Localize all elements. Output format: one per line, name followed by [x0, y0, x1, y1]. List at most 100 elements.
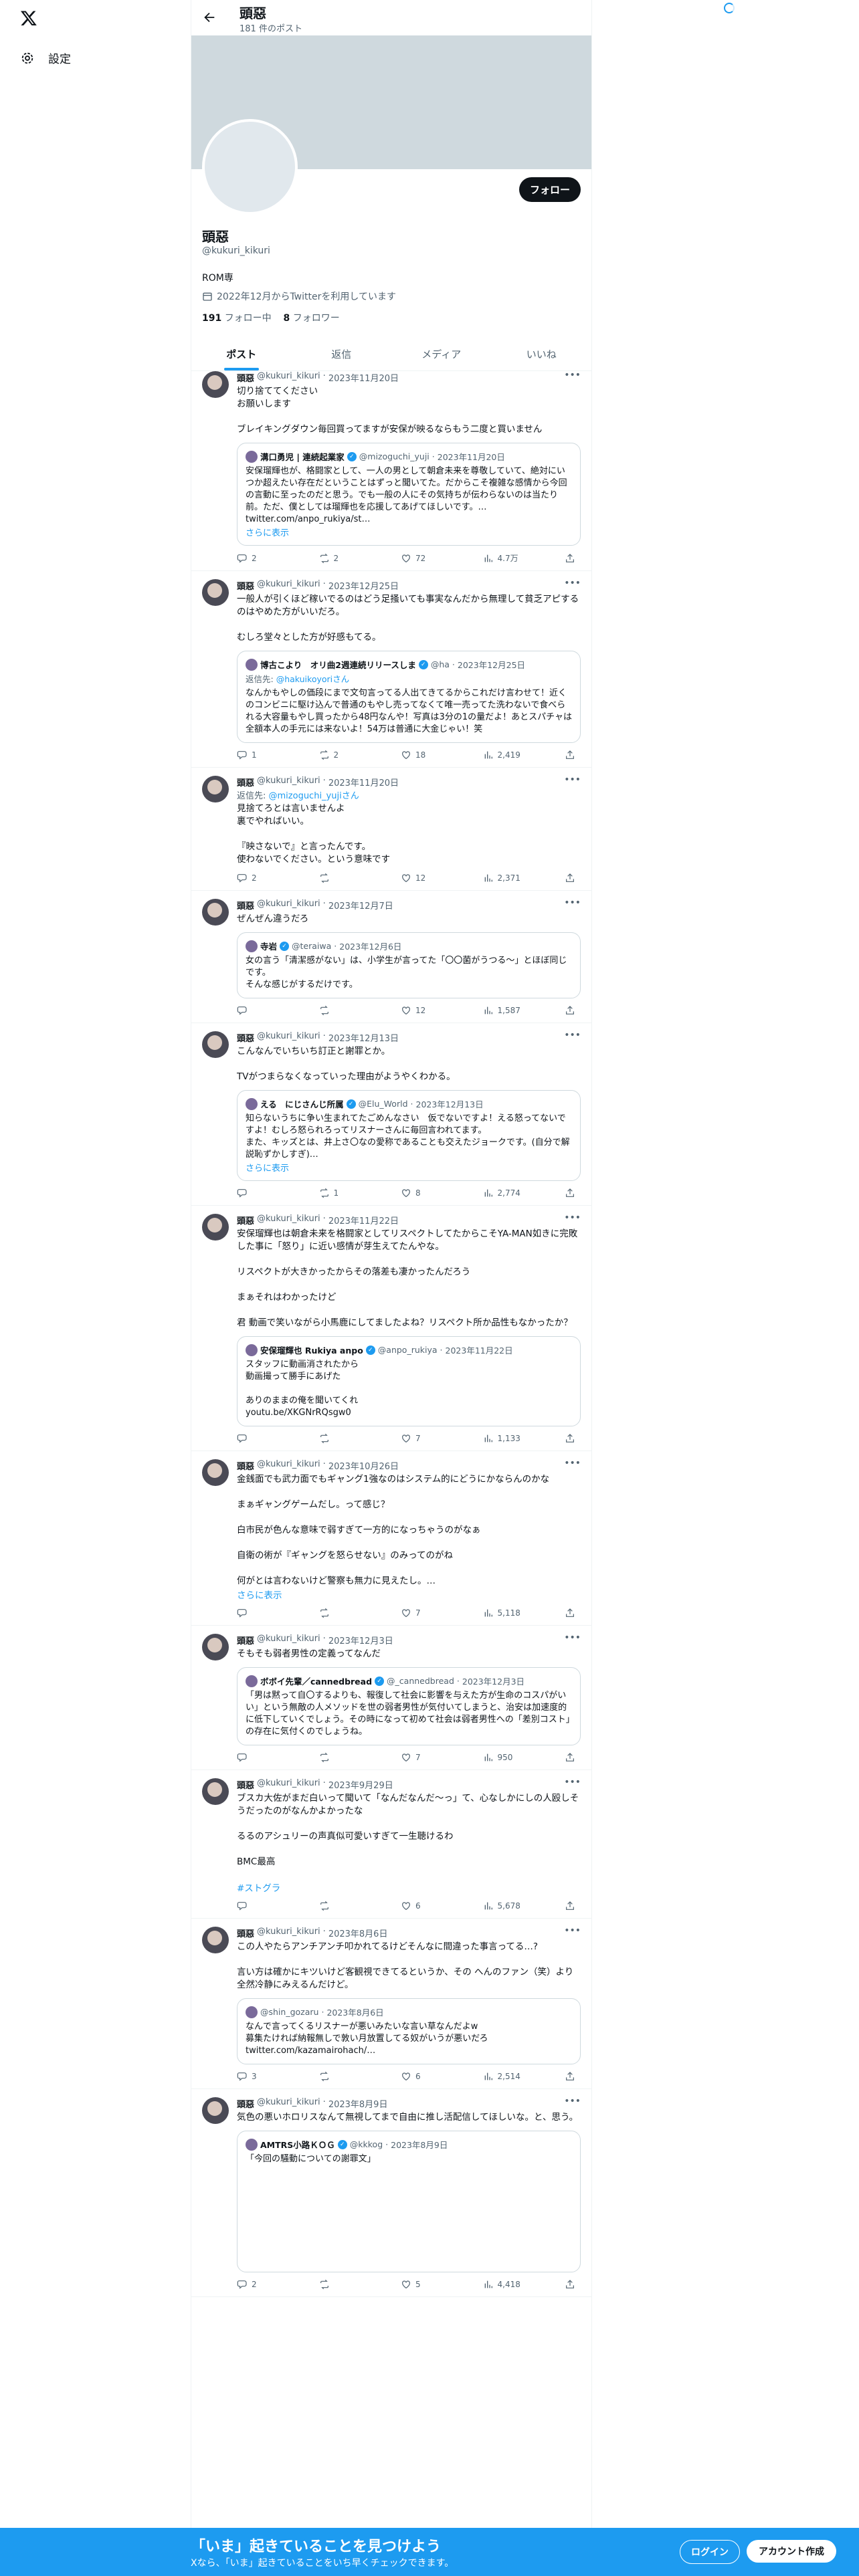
profile-avatar[interactable]	[202, 119, 298, 215]
repost-button[interactable]	[319, 1901, 359, 1911]
reply-button[interactable]	[237, 1005, 277, 1016]
share-button[interactable]	[565, 1005, 575, 1016]
quote-tweet[interactable]: 安保瑠輝也 Rukiya anpo ✓ @anpo_rukiya · 2023年11月2…	[237, 1336, 581, 1426]
tweet-author-handle[interactable]: @kukuri_kikuri	[257, 1214, 320, 1226]
share-button[interactable]	[565, 1752, 575, 1763]
repost-button[interactable]	[319, 1005, 359, 1016]
views-button[interactable]: 4,418	[483, 2279, 523, 2290]
tweet-author-name[interactable]: 頭惡	[237, 1031, 254, 1044]
tweet-avatar[interactable]	[202, 1459, 229, 1486]
repost-button[interactable]	[319, 1752, 359, 1763]
views-button[interactable]: 1,587	[483, 1005, 523, 1016]
share-button[interactable]	[565, 2279, 575, 2290]
tweet-avatar[interactable]	[202, 1214, 229, 1241]
nav-settings[interactable]: 設定	[20, 49, 71, 66]
quote-tweet[interactable]: 溝口勇児 | 連続起業家 ✓ @mizoguchi_yuji · 2023年11月20日…	[237, 443, 581, 546]
tweet-author-name[interactable]: 頭惡	[237, 1459, 254, 1472]
more-options-icon[interactable]: •••	[564, 1212, 581, 1223]
back-arrow-icon[interactable]	[202, 10, 217, 25]
like-button[interactable]: 18	[401, 750, 441, 760]
tweet-avatar[interactable]	[202, 579, 229, 606]
like-button[interactable]: 8	[401, 1188, 441, 1198]
quote-show-more-link[interactable]: さらに表示	[246, 526, 572, 538]
follow-button[interactable]: フォロー	[518, 177, 581, 202]
more-options-icon[interactable]: •••	[564, 2096, 581, 2107]
more-options-icon[interactable]: •••	[564, 774, 581, 785]
more-options-icon[interactable]: •••	[564, 370, 581, 381]
tweet-avatar[interactable]	[202, 1031, 229, 1058]
more-options-icon[interactable]: •••	[564, 1632, 581, 1643]
views-button[interactable]: 4.7万	[483, 552, 523, 564]
tweet-author-handle[interactable]: @kukuri_kikuri	[257, 1459, 320, 1472]
tweet[interactable]: ••• 頭惡 @kukuri_kikuri · 2023年12月25日 一般人が引くほど稼…	[191, 571, 591, 768]
show-more-link[interactable]: さらに表示	[237, 1588, 581, 1601]
reply-button[interactable]: 2	[237, 873, 277, 883]
tweet-author-handle[interactable]: @kukuri_kikuri	[257, 899, 320, 911]
signup-button[interactable]: アカウント作成	[747, 2540, 836, 2563]
share-button[interactable]	[565, 1433, 575, 1444]
more-options-icon[interactable]: •••	[564, 1925, 581, 1936]
reply-button[interactable]: 2	[237, 2279, 277, 2290]
tweet-date[interactable]: 2023年11月22日	[328, 1214, 399, 1226]
views-button[interactable]: 2,514	[483, 2071, 523, 2082]
share-button[interactable]	[565, 1188, 575, 1198]
tweet[interactable]: ••• 頭惡 @kukuri_kikuri · 2023年8月6日 この人やたらアンチアン…	[191, 1919, 591, 2089]
hashtag-link[interactable]: #ストグラ	[237, 1881, 581, 1894]
tweet[interactable]: ••• 頭惡 @kukuri_kikuri · 2023年8月9日 気色の悪いホロリスなん…	[191, 2089, 591, 2297]
repost-button[interactable]	[319, 2279, 359, 2290]
tweet[interactable]: ••• 頭惡 @kukuri_kikuri · 2023年11月20日 返信先: @miz…	[191, 768, 591, 891]
tweet-author-handle[interactable]: @kukuri_kikuri	[257, 1031, 320, 1044]
views-button[interactable]: 2,371	[483, 873, 523, 883]
tweet-avatar[interactable]	[202, 899, 229, 926]
tweet[interactable]: ••• 頭惡 @kukuri_kikuri · 2023年11月20日 切り捨ててください…	[191, 363, 591, 571]
reply-button[interactable]	[237, 1433, 277, 1444]
reply-button[interactable]	[237, 1608, 277, 1618]
repost-button[interactable]: 1	[319, 1188, 359, 1198]
tweet-author-name[interactable]: 頭惡	[237, 1778, 254, 1791]
share-button[interactable]	[565, 873, 575, 883]
like-button[interactable]: 72	[401, 552, 441, 564]
like-button[interactable]: 12	[401, 1005, 441, 1016]
tweet-author-name[interactable]: 頭惡	[237, 1634, 254, 1646]
tweet-author-name[interactable]: 頭惡	[237, 371, 254, 384]
share-button[interactable]	[565, 2071, 575, 2082]
views-button[interactable]: 1,133	[483, 1433, 523, 1444]
login-button[interactable]: ログイン	[680, 2540, 740, 2564]
repost-button[interactable]	[319, 1433, 359, 1444]
tweet-author-name[interactable]: 頭惡	[237, 899, 254, 911]
share-button[interactable]	[565, 552, 575, 564]
more-options-icon[interactable]: •••	[564, 1777, 581, 1788]
tweet-date[interactable]: 2023年11月20日	[328, 371, 399, 384]
tweet[interactable]: ••• 頭惡 @kukuri_kikuri · 2023年11月22日 安保瑠輝也は朝倉未…	[191, 1206, 591, 1451]
reply-button[interactable]: 1	[237, 750, 277, 760]
like-button[interactable]: 7	[401, 1752, 441, 1763]
tweet[interactable]: ••• 頭惡 @kukuri_kikuri · 2023年10月26日 金銭面でも武力面で…	[191, 1451, 591, 1626]
repost-button[interactable]: 2	[319, 552, 359, 564]
tweet-author-handle[interactable]: @kukuri_kikuri	[257, 2097, 320, 2110]
quote-tweet[interactable]: 寺岩 ✓ @teraiwa · 2023年12月6日 女の言う「清潔感がない」は、小学生が…	[237, 932, 581, 998]
quote-tweet[interactable]: AMTRS小路ＫＯＧ ✓ @kkkog · 2023年8月9日 「今回の騒動についての謝罪…	[237, 2131, 581, 2272]
quote-tweet[interactable]: ボボイ先輩／cannedbread ✓ @_cannedbread · 2023年12月…	[237, 1667, 581, 1745]
share-button[interactable]	[565, 1608, 575, 1618]
quote-tweet[interactable]: @shin_gozaru · 2023年8月6日 なんで言ってくるリスナーが悪いみたい…	[237, 1998, 581, 2064]
reply-to-handle[interactable]: @mizoguchi_yujiさん	[269, 791, 359, 801]
views-button[interactable]: 950	[483, 1752, 523, 1763]
tweet-avatar[interactable]	[202, 371, 229, 398]
like-button[interactable]: 7	[401, 1433, 441, 1444]
tweet[interactable]: ••• 頭惡 @kukuri_kikuri · 2023年12月7日 ぜんぜん違うだろ 寺岩…	[191, 891, 591, 1023]
tweet[interactable]: ••• 頭惡 @kukuri_kikuri · 2023年12月13日 こんなんでいちいち…	[191, 1023, 591, 1206]
x-logo-icon[interactable]	[20, 9, 37, 27]
tweet-author-name[interactable]: 頭惡	[237, 1214, 254, 1226]
like-button[interactable]: 6	[401, 1901, 441, 1911]
tweet-avatar[interactable]	[202, 1927, 229, 1953]
tweet-author-handle[interactable]: @kukuri_kikuri	[257, 776, 320, 788]
like-button[interactable]: 6	[401, 2071, 441, 2082]
views-button[interactable]: 2,419	[483, 750, 523, 760]
tweet-date[interactable]: 2023年9月29日	[328, 1778, 393, 1791]
views-button[interactable]: 5,118	[483, 1608, 523, 1618]
tweet-avatar[interactable]	[202, 1778, 229, 1805]
tweet-avatar[interactable]	[202, 2097, 229, 2124]
more-options-icon[interactable]: •••	[564, 897, 581, 908]
views-button[interactable]: 5,678	[483, 1901, 523, 1911]
tweet-author-name[interactable]: 頭惡	[237, 776, 254, 788]
